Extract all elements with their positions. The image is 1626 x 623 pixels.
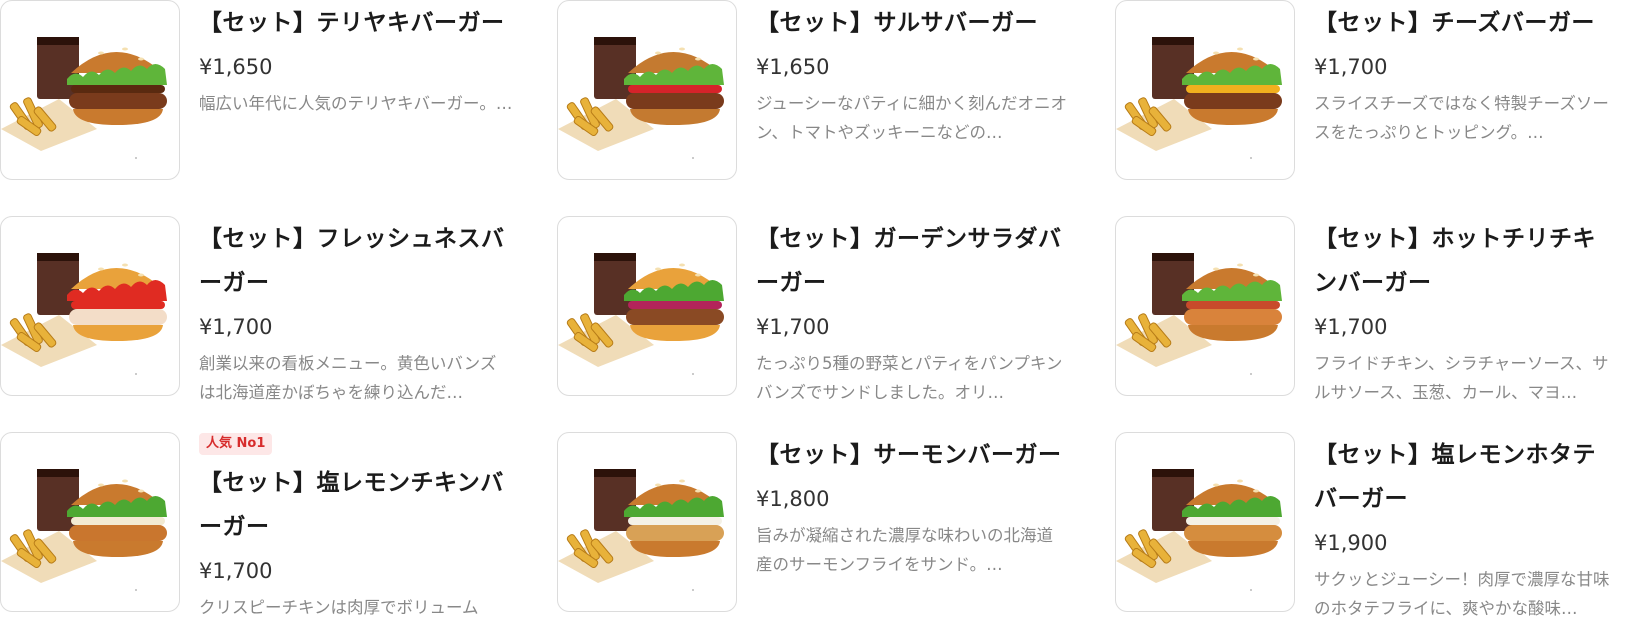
burger-set-photo [1116, 253, 1282, 367]
item-description: 創業以来の看板メニュー。黄色いバンズは北海道産かぼちゃを練り込んだ… [199, 354, 497, 402]
burger-set-photo [558, 253, 724, 367]
item-name: 【セット】チーズバーガー [1314, 10, 1595, 36]
item-price: ¥1,650 [756, 55, 830, 79]
item-name: 【セット】フレッシュネスバーガー [199, 226, 505, 296]
burger-set-photo [1, 253, 167, 367]
menu-item[interactable]: 人気 No1 【セット】塩レモンチキンバーガー ¥1,700 クリスピーチキンは… [0, 432, 520, 617]
item-price: ¥1,650 [199, 55, 273, 79]
item-description: 旨みが凝縮された濃厚な味わいの北海道産のサーモンフライをサンド。… [756, 526, 1053, 574]
item-price: ¥1,800 [756, 487, 830, 511]
item-name: 【セット】サーモンバーガー [756, 442, 1062, 468]
menu-item[interactable]: 【セット】サルサバーガー ¥1,650 ジューシーなパティに細かく刻んだオニオン… [557, 0, 1077, 182]
set-image [557, 0, 737, 180]
burger-set-photo [558, 37, 724, 151]
set-image [557, 432, 737, 612]
item-name: 【セット】サルサバーガー [756, 10, 1038, 36]
item-description: クリスピーチキンは肉厚でボリューム [199, 598, 479, 617]
set-image [557, 216, 737, 396]
item-price: ¥1,900 [1314, 531, 1388, 555]
set-image [0, 432, 180, 612]
burger-set-photo [558, 469, 724, 583]
set-image [1115, 216, 1295, 396]
item-name: 【セット】塩レモンホタテバーガー [1314, 442, 1596, 512]
set-image [1115, 432, 1295, 612]
item-description: ジューシーなパティに細かく刻んだオニオン、トマトやズッキーニなどの… [756, 94, 1068, 142]
item-description: フライドチキン、シラチャーソース、サルサソース、玉葱、カール、マヨ… [1314, 354, 1609, 402]
item-name: 【セット】テリヤキバーガー [199, 10, 505, 36]
menu-item[interactable]: 【セット】テリヤキバーガー ¥1,650 幅広い年代に人気のテリヤキバーガー。… [0, 0, 520, 182]
set-image [1115, 0, 1295, 180]
burger-set-photo [1116, 37, 1282, 151]
item-description: たっぷり5種の野菜とパティをパンプキンバンズでサンドしました。オリ… [756, 354, 1063, 402]
item-price: ¥1,700 [199, 315, 273, 339]
item-price: ¥1,700 [1314, 55, 1388, 79]
item-price: ¥1,700 [1314, 315, 1388, 339]
item-description: 幅広い年代に人気のテリヤキバーガー。… [199, 94, 513, 113]
item-name: 【セット】ホットチリチキンバーガー [1314, 226, 1596, 296]
set-image [0, 0, 180, 180]
burger-set-photo [1, 469, 167, 583]
burger-set-photo [1116, 469, 1282, 583]
item-name: 【セット】ガーデンサラダバーガー [756, 226, 1062, 296]
menu-item[interactable]: 【セット】サーモンバーガー ¥1,800 旨みが凝縮された濃厚な味わいの北海道産… [557, 432, 1077, 614]
menu-item[interactable]: 【セット】チーズバーガー ¥1,700 スライスチーズではなく特製チーズソースを… [1115, 0, 1626, 182]
set-image [0, 216, 180, 396]
popularity-badge: 人気 No1 [199, 433, 273, 455]
item-price: ¥1,700 [756, 315, 830, 339]
menu-item[interactable]: 【セット】ホットチリチキンバーガー ¥1,700 フライドチキン、シラチャーソー… [1115, 216, 1626, 402]
item-description: スライスチーズではなく特製チーズソースをたっぷりとトッピング。… [1314, 94, 1609, 142]
menu-item[interactable]: 【セット】フレッシュネスバーガー ¥1,700 創業以来の看板メニュー。黄色いバ… [0, 216, 520, 402]
menu-item[interactable]: 【セット】ガーデンサラダバーガー ¥1,700 たっぷり5種の野菜とパティをパン… [557, 216, 1077, 402]
item-name: 【セット】塩レモンチキンバーガー [199, 470, 504, 540]
burger-set-photo [1, 37, 167, 151]
item-price: ¥1,700 [199, 559, 273, 583]
menu-item[interactable]: 【セット】塩レモンホタテバーガー ¥1,900 サクッとジューシー！肉厚で濃厚な… [1115, 432, 1626, 618]
item-description: サクッとジューシー！肉厚で濃厚な甘味のホタテフライに、爽やかな酸味… [1314, 570, 1610, 618]
